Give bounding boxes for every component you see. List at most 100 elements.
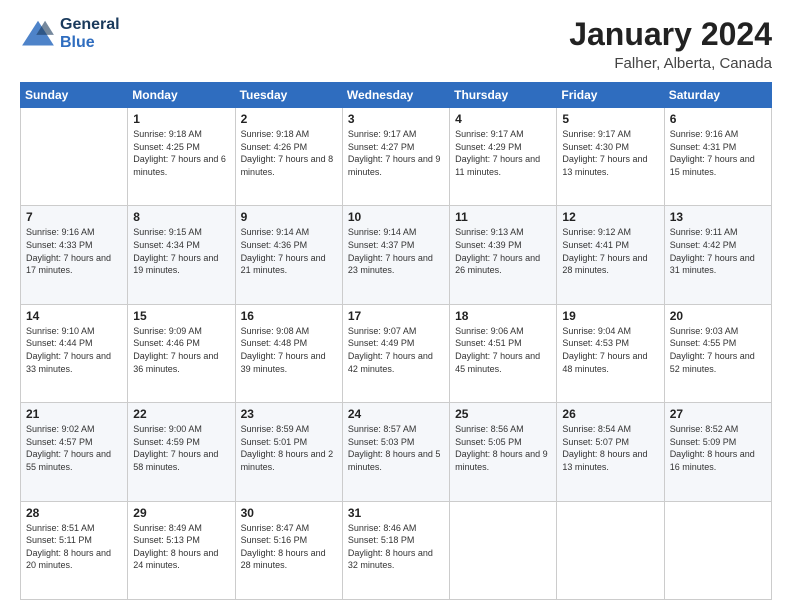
day-number: 2 bbox=[241, 112, 337, 126]
calendar-cell: 16 Sunrise: 9:08 AM Sunset: 4:48 PM Dayli… bbox=[235, 304, 342, 402]
day-info: Sunrise: 9:09 AM Sunset: 4:46 PM Dayligh… bbox=[133, 325, 229, 375]
day-number: 14 bbox=[26, 309, 122, 323]
day-info: Sunrise: 9:03 AM Sunset: 4:55 PM Dayligh… bbox=[670, 325, 766, 375]
calendar-week-row: 7 Sunrise: 9:16 AM Sunset: 4:33 PM Daylig… bbox=[21, 206, 772, 304]
calendar-cell: 20Sunrise: 9:03 AM Sunset: 4:55 PM Dayli… bbox=[664, 304, 771, 402]
logo-line1: General bbox=[60, 16, 120, 33]
day-info: Sunrise: 9:17 AM Sunset: 4:29 PM Dayligh… bbox=[455, 128, 551, 178]
day-number: 11 bbox=[455, 210, 551, 224]
day-number: 17 bbox=[348, 309, 444, 323]
calendar-week-row: 28 Sunrise: 8:51 AM Sunset: 5:11 PM Dayli… bbox=[21, 501, 772, 599]
calendar-header-row: SundayMondayTuesdayWednesdayThursdayFrid… bbox=[21, 83, 772, 108]
day-info: Sunrise: 9:11 AM Sunset: 4:42 PM Dayligh… bbox=[670, 226, 766, 276]
day-info: Sunrise: 9:08 AM Sunset: 4:48 PM Dayligh… bbox=[241, 325, 337, 375]
day-info: Sunrise: 8:56 AM Sunset: 5:05 PM Dayligh… bbox=[455, 423, 551, 473]
calendar-cell: 22 Sunrise: 9:00 AM Sunset: 4:59 PM Dayli… bbox=[128, 403, 235, 501]
page: General Blue January 2024 Falher, Albert… bbox=[0, 0, 792, 612]
calendar-week-row: 14 Sunrise: 9:10 AM Sunset: 4:44 PM Dayli… bbox=[21, 304, 772, 402]
day-number: 27 bbox=[670, 407, 766, 421]
day-info: Sunrise: 9:06 AM Sunset: 4:51 PM Dayligh… bbox=[455, 325, 551, 375]
calendar-cell: 14 Sunrise: 9:10 AM Sunset: 4:44 PM Dayli… bbox=[21, 304, 128, 402]
weekday-header: Saturday bbox=[664, 83, 771, 108]
day-number: 8 bbox=[133, 210, 229, 224]
calendar-cell: 29Sunrise: 8:49 AM Sunset: 5:13 PM Dayli… bbox=[128, 501, 235, 599]
weekday-header: Thursday bbox=[450, 83, 557, 108]
calendar-cell: 9 Sunrise: 9:14 AM Sunset: 4:36 PM Daylig… bbox=[235, 206, 342, 304]
calendar-cell: 6Sunrise: 9:16 AM Sunset: 4:31 PM Daylig… bbox=[664, 108, 771, 206]
calendar-cell: 4 Sunrise: 9:17 AM Sunset: 4:29 PM Daylig… bbox=[450, 108, 557, 206]
day-number: 25 bbox=[455, 407, 551, 421]
calendar-cell: 3Sunrise: 9:17 AM Sunset: 4:27 PM Daylig… bbox=[342, 108, 449, 206]
day-number: 28 bbox=[26, 506, 122, 520]
calendar-cell: 15 Sunrise: 9:09 AM Sunset: 4:46 PM Dayli… bbox=[128, 304, 235, 402]
day-info: Sunrise: 9:14 AM Sunset: 4:36 PM Dayligh… bbox=[241, 226, 337, 276]
day-number: 1 bbox=[133, 112, 229, 126]
calendar-cell: 18 Sunrise: 9:06 AM Sunset: 4:51 PM Dayli… bbox=[450, 304, 557, 402]
day-info: Sunrise: 8:46 AM Sunset: 5:18 PM Dayligh… bbox=[348, 522, 444, 572]
logo: General Blue bbox=[20, 16, 120, 51]
day-info: Sunrise: 8:51 AM Sunset: 5:11 PM Dayligh… bbox=[26, 522, 122, 572]
calendar-cell: 1Sunrise: 9:18 AM Sunset: 4:25 PM Daylig… bbox=[128, 108, 235, 206]
calendar-cell: 24 Sunrise: 8:57 AM Sunset: 5:03 PM Dayli… bbox=[342, 403, 449, 501]
day-info: Sunrise: 9:02 AM Sunset: 4:57 PM Dayligh… bbox=[26, 423, 122, 473]
calendar-week-row: 1Sunrise: 9:18 AM Sunset: 4:25 PM Daylig… bbox=[21, 108, 772, 206]
day-number: 10 bbox=[348, 210, 444, 224]
day-info: Sunrise: 9:13 AM Sunset: 4:39 PM Dayligh… bbox=[455, 226, 551, 276]
title-block: January 2024 Falher, Alberta, Canada bbox=[569, 16, 772, 72]
calendar-cell: 21Sunrise: 9:02 AM Sunset: 4:57 PM Dayli… bbox=[21, 403, 128, 501]
day-info: Sunrise: 9:18 AM Sunset: 4:26 PM Dayligh… bbox=[241, 128, 337, 178]
day-number: 29 bbox=[133, 506, 229, 520]
day-number: 16 bbox=[241, 309, 337, 323]
day-info: Sunrise: 9:12 AM Sunset: 4:41 PM Dayligh… bbox=[562, 226, 658, 276]
day-info: Sunrise: 9:00 AM Sunset: 4:59 PM Dayligh… bbox=[133, 423, 229, 473]
calendar-cell: 8 Sunrise: 9:15 AM Sunset: 4:34 PM Daylig… bbox=[128, 206, 235, 304]
subtitle: Falher, Alberta, Canada bbox=[569, 55, 772, 72]
weekday-header: Tuesday bbox=[235, 83, 342, 108]
day-number: 19 bbox=[562, 309, 658, 323]
day-number: 12 bbox=[562, 210, 658, 224]
day-info: Sunrise: 9:15 AM Sunset: 4:34 PM Dayligh… bbox=[133, 226, 229, 276]
day-info: Sunrise: 9:14 AM Sunset: 4:37 PM Dayligh… bbox=[348, 226, 444, 276]
weekday-header: Monday bbox=[128, 83, 235, 108]
day-info: Sunrise: 8:47 AM Sunset: 5:16 PM Dayligh… bbox=[241, 522, 337, 572]
calendar-cell: 23 Sunrise: 8:59 AM Sunset: 5:01 PM Dayli… bbox=[235, 403, 342, 501]
day-number: 4 bbox=[455, 112, 551, 126]
calendar-cell: 25 Sunrise: 8:56 AM Sunset: 5:05 PM Dayli… bbox=[450, 403, 557, 501]
day-info: Sunrise: 8:59 AM Sunset: 5:01 PM Dayligh… bbox=[241, 423, 337, 473]
calendar-week-row: 21Sunrise: 9:02 AM Sunset: 4:57 PM Dayli… bbox=[21, 403, 772, 501]
day-number: 18 bbox=[455, 309, 551, 323]
calendar-cell bbox=[450, 501, 557, 599]
day-info: Sunrise: 9:04 AM Sunset: 4:53 PM Dayligh… bbox=[562, 325, 658, 375]
day-number: 5 bbox=[562, 112, 658, 126]
day-info: Sunrise: 8:54 AM Sunset: 5:07 PM Dayligh… bbox=[562, 423, 658, 473]
weekday-header: Wednesday bbox=[342, 83, 449, 108]
calendar-cell: 10 Sunrise: 9:14 AM Sunset: 4:37 PM Dayli… bbox=[342, 206, 449, 304]
day-info: Sunrise: 8:57 AM Sunset: 5:03 PM Dayligh… bbox=[348, 423, 444, 473]
calendar-cell: 12 Sunrise: 9:12 AM Sunset: 4:41 PM Dayli… bbox=[557, 206, 664, 304]
weekday-header: Sunday bbox=[21, 83, 128, 108]
day-number: 7 bbox=[26, 210, 122, 224]
day-number: 31 bbox=[348, 506, 444, 520]
weekday-header: Friday bbox=[557, 83, 664, 108]
day-info: Sunrise: 8:52 AM Sunset: 5:09 PM Dayligh… bbox=[670, 423, 766, 473]
calendar-cell: 19 Sunrise: 9:04 AM Sunset: 4:53 PM Dayli… bbox=[557, 304, 664, 402]
day-info: Sunrise: 9:16 AM Sunset: 4:33 PM Dayligh… bbox=[26, 226, 122, 276]
day-info: Sunrise: 9:10 AM Sunset: 4:44 PM Dayligh… bbox=[26, 325, 122, 375]
logo-text: General Blue bbox=[60, 16, 120, 51]
day-number: 24 bbox=[348, 407, 444, 421]
calendar-cell bbox=[21, 108, 128, 206]
day-number: 22 bbox=[133, 407, 229, 421]
day-number: 9 bbox=[241, 210, 337, 224]
day-number: 23 bbox=[241, 407, 337, 421]
day-number: 3 bbox=[348, 112, 444, 126]
main-title: January 2024 bbox=[569, 16, 772, 53]
calendar-cell: 28 Sunrise: 8:51 AM Sunset: 5:11 PM Dayli… bbox=[21, 501, 128, 599]
day-number: 6 bbox=[670, 112, 766, 126]
calendar-cell bbox=[557, 501, 664, 599]
calendar-cell: 5Sunrise: 9:17 AM Sunset: 4:30 PM Daylig… bbox=[557, 108, 664, 206]
calendar-cell: 13 Sunrise: 9:11 AM Sunset: 4:42 PM Dayli… bbox=[664, 206, 771, 304]
day-number: 15 bbox=[133, 309, 229, 323]
calendar-cell: 7 Sunrise: 9:16 AM Sunset: 4:33 PM Daylig… bbox=[21, 206, 128, 304]
calendar-cell: 27 Sunrise: 8:52 AM Sunset: 5:09 PM Dayli… bbox=[664, 403, 771, 501]
day-number: 13 bbox=[670, 210, 766, 224]
